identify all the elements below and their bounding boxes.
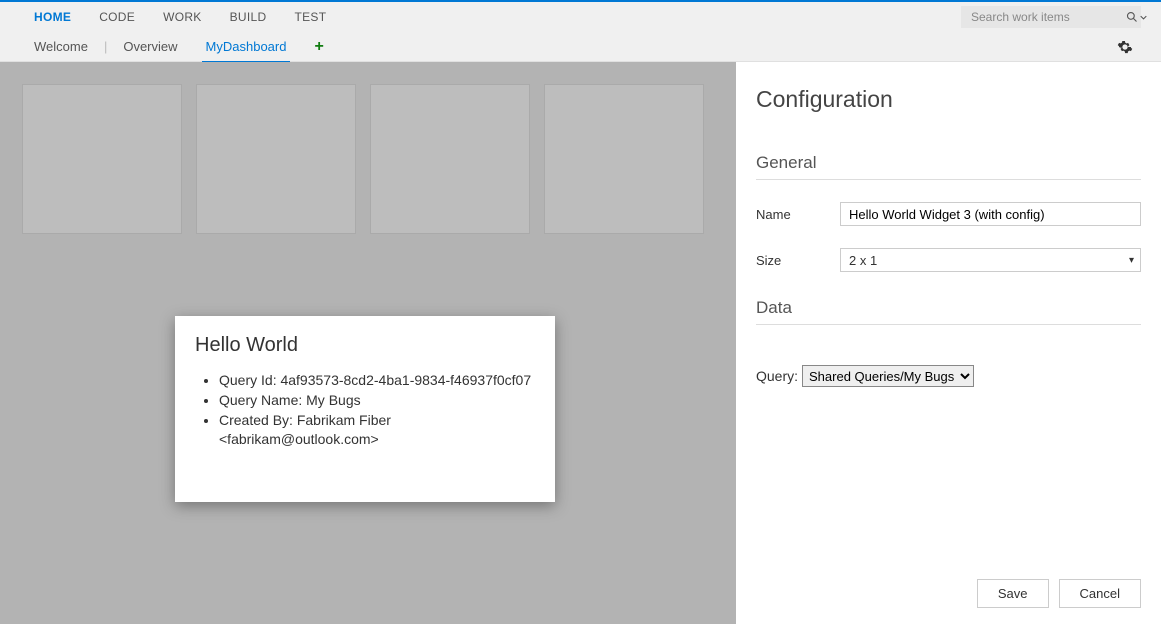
name-row: Name — [756, 202, 1141, 226]
button-row: Save Cancel — [756, 579, 1141, 608]
subnav-divider: | — [102, 39, 109, 54]
config-title: Configuration — [756, 86, 1141, 113]
subnav-mydashboard[interactable]: MyDashboard — [192, 32, 301, 62]
name-label: Name — [756, 207, 840, 222]
settings-button[interactable] — [1109, 39, 1141, 55]
widget-list: Query Id: 4af93573-8cd2-4ba1-9834-f46937… — [195, 371, 535, 448]
size-label: Size — [756, 253, 840, 268]
section-general-header: General — [756, 153, 1141, 180]
search-box[interactable] — [961, 6, 1141, 28]
nav-home[interactable]: HOME — [20, 10, 85, 24]
tile-placeholder[interactable] — [196, 84, 356, 234]
dashboard-canvas: Hello World Query Id: 4af93573-8cd2-4ba1… — [0, 62, 736, 624]
widget-list-item: Created By: Fabrikam Fiber <fabrikam@out… — [219, 411, 535, 447]
subnav-overview[interactable]: Overview — [109, 32, 191, 62]
nav-work[interactable]: WORK — [149, 10, 216, 24]
subnav-welcome[interactable]: Welcome — [20, 32, 102, 62]
widget-list-item: Query Id: 4af93573-8cd2-4ba1-9834-f46937… — [219, 371, 535, 389]
search-input[interactable] — [971, 10, 1126, 24]
name-input[interactable] — [840, 202, 1141, 226]
nav-test[interactable]: TEST — [280, 10, 340, 24]
search-icon[interactable] — [1126, 11, 1147, 23]
gear-icon — [1117, 39, 1133, 55]
tile-placeholder[interactable] — [370, 84, 530, 234]
query-label: Query: — [756, 368, 798, 384]
size-select[interactable]: 2 x 1 ▾ — [840, 248, 1141, 272]
section-data-header: Data — [756, 298, 1141, 325]
chevron-down-icon: ▾ — [1129, 255, 1134, 266]
nav-build[interactable]: BUILD — [216, 10, 281, 24]
widget-list-item: Query Name: My Bugs — [219, 391, 535, 409]
save-button[interactable]: Save — [977, 579, 1049, 608]
add-dashboard-button[interactable]: + — [300, 38, 337, 56]
tile-row — [22, 84, 714, 234]
tile-placeholder[interactable] — [22, 84, 182, 234]
widget-title: Hello World — [195, 334, 535, 357]
query-row: Query: Shared Queries/My Bugs — [756, 365, 1141, 387]
query-select[interactable]: Shared Queries/My Bugs — [802, 365, 974, 387]
nav-secondary: Welcome | Overview MyDashboard + — [0, 32, 1161, 62]
nav-code[interactable]: CODE — [85, 10, 149, 24]
tile-placeholder[interactable] — [544, 84, 704, 234]
cancel-button[interactable]: Cancel — [1059, 579, 1141, 608]
configuration-panel: Configuration General Name Size 2 x 1 ▾ … — [736, 62, 1161, 624]
main-area: Hello World Query Id: 4af93573-8cd2-4ba1… — [0, 62, 1161, 624]
size-row: Size 2 x 1 ▾ — [756, 248, 1141, 272]
chevron-down-icon — [1140, 14, 1147, 21]
hello-world-widget[interactable]: Hello World Query Id: 4af93573-8cd2-4ba1… — [175, 316, 555, 502]
nav-primary: HOME CODE WORK BUILD TEST — [0, 2, 1161, 32]
size-value: 2 x 1 — [849, 253, 877, 268]
